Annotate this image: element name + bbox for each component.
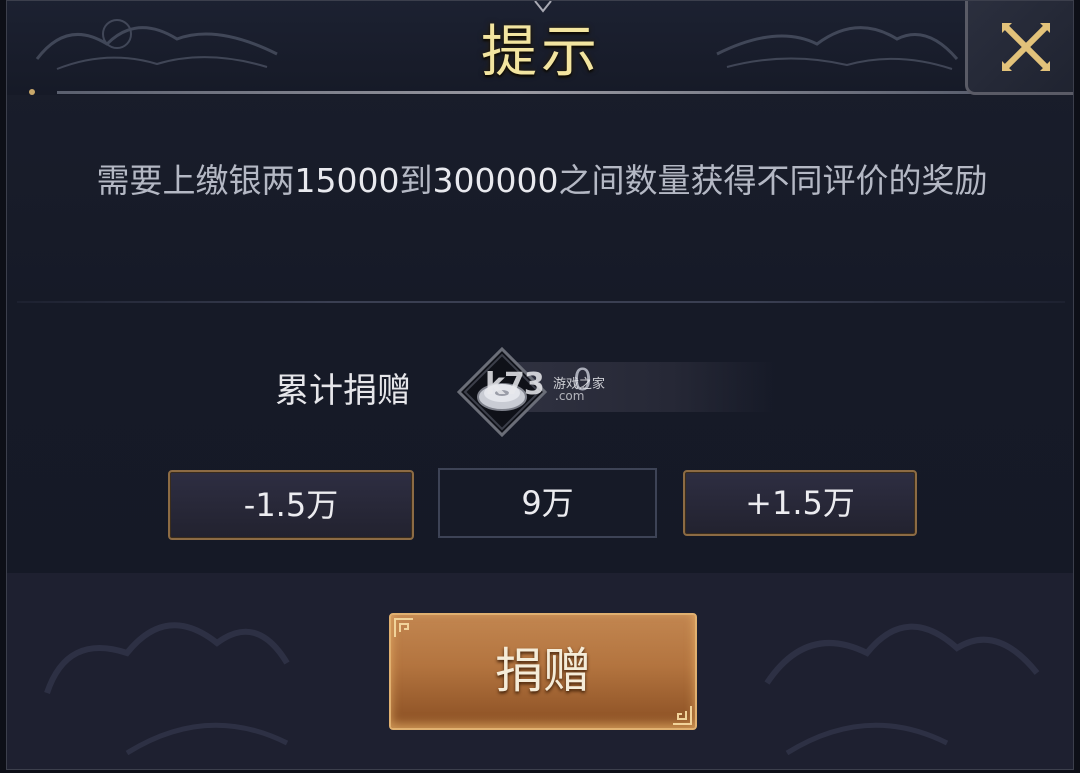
watermark-brand: k73: [485, 367, 545, 402]
close-icon: [1002, 23, 1050, 71]
message-text-3: 之间数量获得不同评价的奖励: [558, 161, 988, 200]
donation-dialog: 提示 需要上缴银两15000到300000之间数量获得不同评价的奖励 累计捐赠 …: [6, 0, 1074, 770]
donation-amount-display: 9万: [438, 468, 657, 538]
corner-ornament-bottom-right: [673, 706, 692, 725]
dialog-header: 提示: [7, 1, 1073, 95]
message-max-amount: 300000: [432, 161, 559, 200]
decrease-amount-button[interactable]: -1.5万: [168, 470, 414, 540]
message-text-2: 到: [399, 161, 433, 200]
accumulated-donation-label: 累计捐赠: [275, 371, 411, 411]
dialog-message: 需要上缴银两15000到300000之间数量获得不同评价的奖励: [47, 161, 1037, 201]
increase-amount-button[interactable]: +1.5万: [683, 470, 917, 536]
watermark-domain: .com: [555, 389, 585, 403]
message-min-amount: 15000: [294, 161, 400, 200]
close-button[interactable]: [965, 1, 1073, 95]
message-text-1: 需要上缴银两: [96, 161, 295, 200]
header-divider: [57, 91, 977, 94]
donate-button[interactable]: 捐赠: [389, 613, 697, 730]
section-divider: [17, 301, 1065, 303]
corner-ornament-top-left: [394, 618, 413, 637]
dialog-title: 提示: [481, 20, 601, 85]
header-divider-dot: [29, 89, 35, 95]
accumulated-donation-bar: [512, 362, 777, 412]
